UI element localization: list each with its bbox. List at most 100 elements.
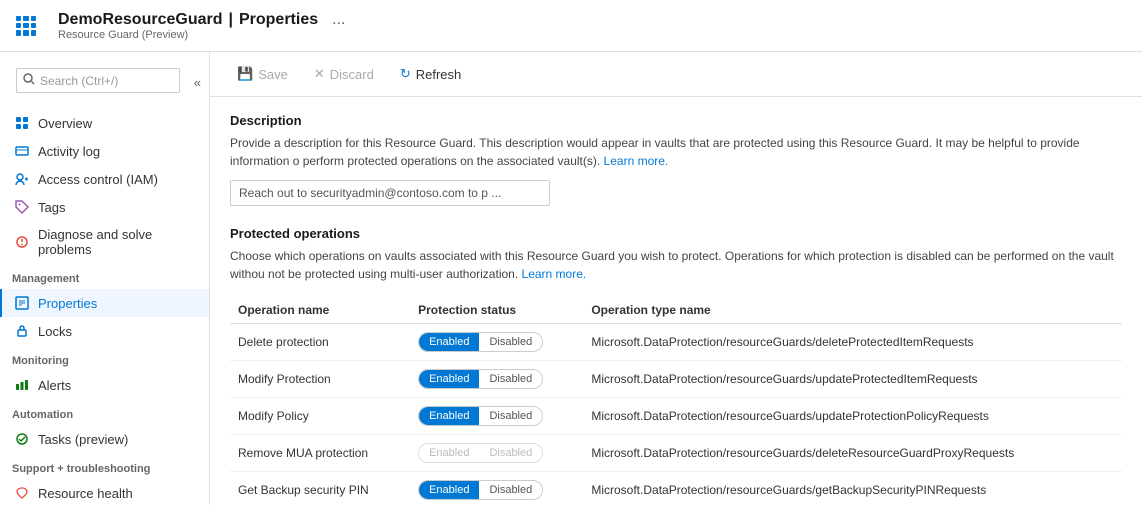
sidebar-item-tags[interactable]: Tags: [0, 193, 209, 221]
toggle-group[interactable]: EnabledDisabled: [418, 443, 543, 463]
enabled-button[interactable]: Enabled: [419, 407, 479, 425]
disabled-button[interactable]: Disabled: [479, 444, 542, 462]
logo-area: [16, 16, 46, 36]
section-support-label: Support + troubleshooting: [0, 453, 209, 479]
operation-type-cell: Microsoft.DataProtection/resourceGuards/…: [583, 435, 1122, 472]
properties-icon: [14, 295, 30, 311]
toggle-group[interactable]: EnabledDisabled: [418, 332, 543, 352]
locks-label: Locks: [38, 324, 72, 339]
save-button[interactable]: 💾 Save: [226, 60, 299, 88]
content-area: 💾 Save ✕ Discard ↻ Refresh Description P…: [210, 52, 1142, 505]
col-header-operation: Operation name: [230, 297, 410, 324]
protected-ops-desc: Choose which operations on vaults associ…: [230, 247, 1122, 283]
sidebar-item-access-control[interactable]: Access control (IAM): [0, 165, 209, 193]
tasks-icon: [14, 431, 30, 447]
toggle-group[interactable]: EnabledDisabled: [418, 406, 543, 426]
overview-label: Overview: [38, 116, 92, 131]
tags-icon: [14, 199, 30, 215]
sidebar-item-activity-log[interactable]: Activity log: [0, 137, 209, 165]
description-section-title: Description: [230, 113, 1122, 128]
description-input[interactable]: Reach out to securityadmin@contoso.com t…: [230, 180, 550, 206]
tasks-label: Tasks (preview): [38, 432, 128, 447]
discard-label: Discard: [330, 67, 374, 82]
col-header-status: Protection status: [410, 297, 583, 324]
activity-icon: [14, 143, 30, 159]
operation-name-cell: Modify Policy: [230, 398, 410, 435]
description-section-text: Provide a description for this Resource …: [230, 134, 1122, 170]
page-title: Properties: [239, 11, 318, 29]
disabled-button[interactable]: Disabled: [479, 370, 542, 388]
protection-status-cell[interactable]: EnabledDisabled: [410, 435, 583, 472]
protection-status-cell[interactable]: EnabledDisabled: [410, 398, 583, 435]
alerts-icon: [14, 377, 30, 393]
table-row: Get Backup security PINEnabledDisabledMi…: [230, 472, 1122, 505]
activity-log-label: Activity log: [38, 144, 100, 159]
table-row: Modify Protection EnabledDisabled Microsof…: [230, 361, 1122, 398]
sidebar-item-properties[interactable]: Properties: [0, 289, 209, 317]
col-header-type: Operation type name: [583, 297, 1122, 324]
protection-status-cell[interactable]: EnabledDisabled: [410, 324, 583, 361]
access-control-label: Access control (IAM): [38, 172, 158, 187]
save-icon: 💾: [237, 66, 253, 82]
sidebar: Search (Ctrl+/) « Overview Activity log …: [0, 52, 210, 505]
protection-status-cell[interactable]: EnabledDisabled: [410, 361, 583, 398]
operation-name-cell: Modify Protection: [230, 361, 410, 398]
disabled-button[interactable]: Disabled: [479, 333, 542, 351]
enabled-button[interactable]: Enabled: [419, 333, 479, 351]
properties-label: Properties: [38, 296, 97, 311]
refresh-button[interactable]: ↻ Refresh: [389, 60, 472, 88]
description-learn-more-link[interactable]: Learn more.: [604, 154, 669, 168]
sidebar-collapse-btn[interactable]: «: [194, 75, 201, 90]
sidebar-search[interactable]: Search (Ctrl+/): [16, 68, 180, 93]
disabled-button[interactable]: Disabled: [479, 407, 542, 425]
overview-icon: [14, 115, 30, 131]
sidebar-item-tasks[interactable]: Tasks (preview): [0, 425, 209, 453]
discard-icon: ✕: [314, 66, 325, 82]
refresh-label: Refresh: [416, 67, 462, 82]
protection-status-cell[interactable]: EnabledDisabled: [410, 472, 583, 505]
operation-type-cell: Microsoft.DataProtection/resourceGuards/…: [583, 398, 1122, 435]
sidebar-item-overview[interactable]: Overview: [0, 109, 209, 137]
sidebar-item-diagnose[interactable]: Diagnose and solve problems: [0, 221, 209, 263]
resource-subtitle: Resource Guard (Preview): [58, 29, 345, 41]
sidebar-item-resource-health[interactable]: Resource health: [0, 479, 209, 505]
main-layout: Search (Ctrl+/) « Overview Activity log …: [0, 52, 1142, 505]
search-placeholder-text: Search (Ctrl+/): [40, 74, 118, 88]
enabled-button[interactable]: Enabled: [419, 481, 479, 499]
search-icon: [23, 73, 35, 88]
alerts-label: Alerts: [38, 378, 71, 393]
operation-name-cell: Delete protection: [230, 324, 410, 361]
disabled-button[interactable]: Disabled: [479, 481, 542, 499]
table-row: Remove MUA protection EnabledDisabled Micr…: [230, 435, 1122, 472]
top-bar: DemoResourceGuard | Properties ... Resou…: [0, 0, 1142, 52]
operation-name-cell: Remove MUA protection: [230, 435, 410, 472]
title-separator: |: [229, 11, 233, 29]
header-title-block: DemoResourceGuard | Properties ... Resou…: [58, 11, 345, 41]
enabled-button[interactable]: Enabled: [419, 370, 479, 388]
health-icon: [14, 485, 30, 501]
sidebar-item-locks[interactable]: Locks: [0, 317, 209, 345]
enabled-button[interactable]: Enabled: [419, 444, 479, 462]
sidebar-item-alerts[interactable]: Alerts: [0, 371, 209, 399]
content-body: Description Provide a description for th…: [210, 97, 1142, 505]
protected-ops-section-title: Protected operations: [230, 226, 1122, 241]
resource-health-label: Resource health: [38, 486, 133, 501]
operation-type-cell: Microsoft.DataProtection/resourceGuards/…: [583, 472, 1122, 505]
refresh-icon: ↻: [400, 66, 411, 82]
more-options-icon[interactable]: ...: [332, 11, 345, 29]
operation-type-cell: Microsoft.DataProtection/resourceGuards/…: [583, 361, 1122, 398]
toggle-group[interactable]: EnabledDisabled: [418, 369, 543, 389]
waffle-icon[interactable]: [16, 16, 36, 36]
protected-ops-learn-more-link[interactable]: Learn more.: [522, 267, 587, 281]
section-monitoring-label: Monitoring: [0, 345, 209, 371]
resource-name: DemoResourceGuard: [58, 11, 223, 29]
operation-type-cell: Microsoft.DataProtection/resourceGuards/…: [583, 324, 1122, 361]
diagnose-label: Diagnose and solve problems: [38, 227, 197, 257]
diagnose-icon: [14, 234, 30, 250]
tags-label: Tags: [38, 200, 65, 215]
table-row: Delete protection EnabledDisabled Microsof…: [230, 324, 1122, 361]
operations-table: Operation name Protection status Operati…: [230, 297, 1122, 505]
save-label: Save: [258, 67, 288, 82]
discard-button[interactable]: ✕ Discard: [303, 60, 385, 88]
toggle-group[interactable]: EnabledDisabled: [418, 480, 543, 500]
